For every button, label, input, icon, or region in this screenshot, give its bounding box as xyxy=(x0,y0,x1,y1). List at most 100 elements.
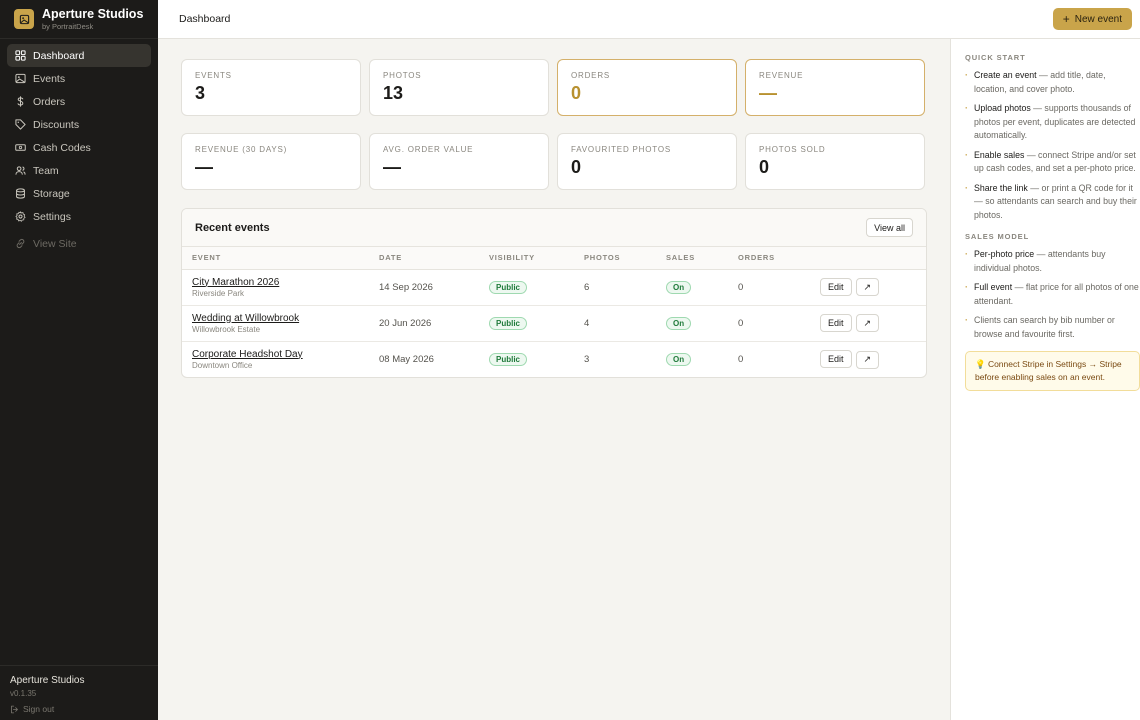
stat-value: — xyxy=(759,83,777,103)
sidebar-item-events[interactable]: Events xyxy=(7,67,151,90)
visibility-badge: Public xyxy=(489,316,528,330)
tip-term: Full event xyxy=(974,282,1013,292)
stat-value: 0 xyxy=(571,83,582,103)
event-date: 20 Jun 2026 xyxy=(369,305,479,342)
stat-value: 0 xyxy=(759,157,770,177)
event-location: Riverside Park xyxy=(192,288,245,298)
tag-icon xyxy=(15,119,26,130)
stat-card-revenue: REVENUE — xyxy=(745,59,925,116)
event-name-link[interactable]: Corporate Headshot Day xyxy=(192,349,369,360)
sidebar-item-label: Events xyxy=(33,72,66,85)
column-header-orders: ORDERS xyxy=(728,247,810,270)
sidebar-item-label: Cash Codes xyxy=(33,141,91,154)
tip-term: Enable sales xyxy=(974,149,1025,160)
event-date: 08 May 2026 xyxy=(379,353,434,365)
sidebar-item-label: View Site xyxy=(33,237,77,250)
recent-events-table: EVENT DATE VISIBILITY PHOTOS SALES ORDER… xyxy=(182,247,926,377)
event-orders-count: 0 xyxy=(728,305,810,342)
sidebar-item-dashboard[interactable]: Dashboard xyxy=(7,44,151,67)
event-photos-count: 3 xyxy=(584,353,590,365)
sidebar-item-storage[interactable]: Storage xyxy=(7,182,151,205)
sidebar: Aperture Studios by PortraitDesk Dashboa… xyxy=(0,0,158,720)
brand[interactable]: Aperture Studios by PortraitDesk xyxy=(0,0,158,39)
visibility-badge: Public xyxy=(489,352,528,366)
recent-events-header: Recent events View all xyxy=(182,209,926,247)
open-event-external-icon[interactable]: ↗ xyxy=(855,350,880,369)
sign-out-icon xyxy=(11,705,18,713)
visibility-badge: Public xyxy=(489,280,528,294)
sidebar-item-label: Orders xyxy=(33,95,66,108)
stat-card-revenue-30-days: REVENUE (30 DAYS) — xyxy=(181,133,361,190)
column-header-actions xyxy=(810,247,926,270)
cash-icon xyxy=(15,144,26,151)
account-name: Aperture Studios xyxy=(10,675,85,686)
stat-label: FAVOURITED PHOTOS xyxy=(571,145,671,154)
gear-icon xyxy=(15,211,26,222)
sales-model-heading: SALES MODEL xyxy=(965,232,1030,241)
tip-term: Create an event xyxy=(974,70,1037,80)
open-event-external-icon[interactable]: ↗ xyxy=(855,314,880,333)
stat-label: PHOTOS xyxy=(383,71,422,80)
stat-label: PHOTOS SOLD xyxy=(759,145,826,154)
event-orders-count: 0 xyxy=(738,353,744,365)
sidebar-item-label: Team xyxy=(33,164,59,177)
event-photos-count: 4 xyxy=(574,305,656,342)
new-event-label: New event xyxy=(1074,13,1122,25)
plus-icon: + xyxy=(1062,12,1070,26)
column-header-event: EVENT xyxy=(182,247,369,270)
sidebar-item-discounts[interactable]: Discounts xyxy=(7,113,151,136)
event-name-link[interactable]: Wedding at Willowbrook xyxy=(192,313,369,324)
brand-name: Aperture Studios xyxy=(42,6,144,21)
column-header-date: DATE xyxy=(369,247,479,270)
image-icon xyxy=(15,73,26,84)
stat-value: 0 xyxy=(571,157,582,177)
new-event-button[interactable]: + New event xyxy=(1052,8,1132,30)
stat-label: REVENUE (30 DAYS) xyxy=(195,145,288,154)
tip-term: Share the link xyxy=(974,182,1028,193)
stat-label: AVG. ORDER VALUE xyxy=(383,145,474,154)
sign-out-label: Sign out xyxy=(23,704,55,714)
sidebar-item-cash-codes[interactable]: Cash Codes xyxy=(7,136,151,159)
stat-card-photos: PHOTOS 13 xyxy=(369,59,549,116)
table-row: Wedding at Willowbrook Willowbrook Estat… xyxy=(182,305,926,342)
help-panel: QUICK START Create an event — add title,… xyxy=(950,39,1140,720)
sidebar-nav: Dashboard Events Orders Discounts Cash C… xyxy=(0,39,158,255)
tip-term: Upload photos xyxy=(974,103,1031,113)
column-header-photos: PHOTOS xyxy=(574,247,656,270)
sidebar-item-label: Storage xyxy=(33,187,70,200)
app-version: v0.1.35 xyxy=(10,689,37,698)
sidebar-item-settings[interactable]: Settings xyxy=(7,205,151,228)
sidebar-footer: Aperture Studios v0.1.35 Sign out xyxy=(0,665,158,720)
edit-event-button[interactable]: Edit xyxy=(820,313,852,332)
stripe-tip-callout: 💡 Connect Stripe in Settings → Stripe be… xyxy=(965,351,1140,391)
open-event-external-icon[interactable]: ↗ xyxy=(855,278,880,297)
event-photos-count: 6 xyxy=(574,269,656,306)
stat-card-photos-sold: PHOTOS SOLD 0 xyxy=(745,133,925,190)
quick-start-list: Create an event — add title, date, locat… xyxy=(965,69,1140,222)
sales-status-badge: On xyxy=(666,280,692,294)
stat-value: 3 xyxy=(195,83,206,103)
event-name-link[interactable]: City Marathon 2026 xyxy=(192,277,369,288)
sidebar-item-orders[interactable]: Orders xyxy=(7,90,151,113)
edit-event-button[interactable]: Edit xyxy=(820,350,852,368)
brand-logo-icon xyxy=(14,9,34,29)
stat-card-events: EVENTS 3 xyxy=(181,59,361,116)
sidebar-item-view-site[interactable]: View Site xyxy=(7,232,151,255)
table-header-row: EVENT DATE VISIBILITY PHOTOS SALES ORDER… xyxy=(182,247,926,270)
brand-subtitle: by PortraitDesk xyxy=(42,22,94,31)
sidebar-item-label: Settings xyxy=(33,210,71,223)
top-bar: Dashboard + New event xyxy=(158,0,1140,39)
sidebar-item-team[interactable]: Team xyxy=(7,159,151,182)
sign-out-button[interactable]: Sign out xyxy=(10,704,148,714)
stat-card-orders: ORDERS 0 xyxy=(557,59,737,116)
stat-value: 13 xyxy=(383,83,404,103)
main-content: EVENTS 3 PHOTOS 13 ORDERS 0 REVENUE — RE… xyxy=(158,39,950,720)
column-header-visibility: VISIBILITY xyxy=(479,247,574,270)
table-row: City Marathon 2026 Riverside Park 14 Sep… xyxy=(182,269,926,306)
table-row: Corporate Headshot Day Downtown Office 0… xyxy=(182,341,926,377)
stat-card-favourited-photos: FAVOURITED PHOTOS 0 xyxy=(557,133,737,190)
quick-start-heading: QUICK START xyxy=(965,53,1026,62)
view-all-button[interactable]: View all xyxy=(866,218,913,237)
edit-event-button[interactable]: Edit xyxy=(820,277,852,296)
event-orders-count: 0 xyxy=(728,269,810,306)
